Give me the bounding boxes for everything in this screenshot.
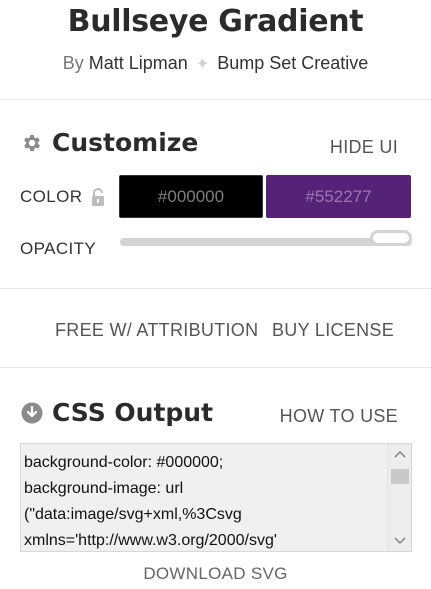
divider <box>0 99 431 100</box>
divider <box>0 367 431 368</box>
opacity-slider-track[interactable] <box>120 238 412 246</box>
scroll-down-arrow-icon[interactable] <box>388 531 411 551</box>
divider <box>0 288 431 289</box>
css-output-header: CSS Output <box>20 398 213 427</box>
opacity-slider-thumb[interactable] <box>370 230 412 246</box>
unlock-icon[interactable] <box>91 187 105 207</box>
gear-icon <box>20 131 44 155</box>
code-line: ("data:image/svg+xml,%3Csvg <box>24 506 242 523</box>
free-attribution-button[interactable]: FREE W/ ATTRIBUTION <box>55 320 258 341</box>
download-svg-button[interactable]: DOWNLOAD SVG <box>0 564 431 584</box>
sparkle-icon: ✦ <box>195 56 210 73</box>
customize-heading: Customize <box>52 128 199 157</box>
byline-prefix: By <box>62 53 84 73</box>
css-output-textarea[interactable]: background-color: #000000; background-im… <box>20 443 412 552</box>
opacity-label: OPACITY <box>20 239 97 258</box>
scrollbar-thumb[interactable] <box>391 469 409 484</box>
color-label: COLOR <box>20 187 83 206</box>
code-line: background-image: url <box>24 480 184 497</box>
color-swatch-1[interactable]: #000000 <box>119 175 263 218</box>
vertical-scrollbar[interactable] <box>387 444 411 551</box>
company-link[interactable]: Bump Set Creative <box>217 53 368 73</box>
download-circle-icon <box>20 401 44 425</box>
scroll-up-arrow-icon[interactable] <box>388 444 411 464</box>
color-2-value: #552277 <box>305 186 372 206</box>
customize-header: Customize <box>20 128 198 157</box>
hide-ui-button[interactable]: HIDE UI <box>330 137 398 158</box>
code-line: background-color: #000000; <box>24 454 224 471</box>
code-line: xmlns='http://www.w3.org/2000/svg' <box>24 532 277 549</box>
css-output-heading: CSS Output <box>52 398 214 427</box>
color-swatch-2[interactable]: #552277 <box>266 175 411 218</box>
color-row-label: COLOR <box>20 187 105 207</box>
how-to-use-link[interactable]: HOW TO USE <box>280 406 398 427</box>
author-link[interactable]: Matt Lipman <box>89 53 188 73</box>
byline: By Matt Lipman ✦ Bump Set Creative <box>0 53 431 74</box>
color-1-value: #000000 <box>157 186 225 206</box>
buy-license-button[interactable]: BUY LICENSE <box>272 320 394 341</box>
page-title: Bullseye Gradient <box>67 4 364 39</box>
